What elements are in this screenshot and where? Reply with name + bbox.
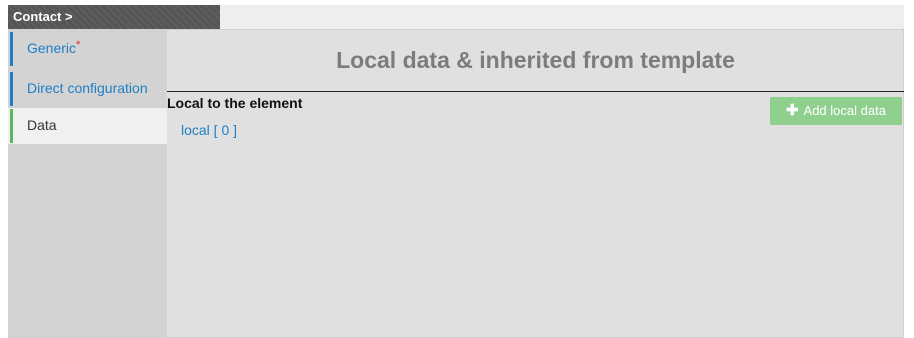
- section-title: Local to the element: [167, 95, 303, 111]
- sidebar: Generic* Direct configuration Data: [8, 29, 167, 337]
- add-local-data-label: Add local data: [803, 103, 886, 118]
- required-marker: *: [76, 39, 81, 51]
- tab-data[interactable]: Data: [8, 108, 167, 144]
- tab-label: Generic: [27, 40, 77, 56]
- tab-direct-configuration[interactable]: Direct configuration: [8, 71, 167, 107]
- page-title: Local data & inherited from template: [336, 47, 735, 73]
- tab-indicator: [10, 72, 13, 106]
- breadcrumb[interactable]: Contact >: [8, 5, 220, 29]
- add-local-data-button[interactable]: ✚ Add local data: [770, 97, 902, 125]
- tab-generic[interactable]: Generic*: [8, 31, 167, 67]
- tab-indicator: [10, 109, 13, 143]
- tab-label: Direct configuration: [27, 80, 148, 96]
- tab-indicator: [10, 32, 13, 66]
- local-data-link[interactable]: local [ 0 ]: [181, 120, 237, 140]
- title-divider: [167, 91, 904, 92]
- tab-label: Data: [27, 117, 57, 133]
- plus-icon: ✚: [786, 102, 799, 119]
